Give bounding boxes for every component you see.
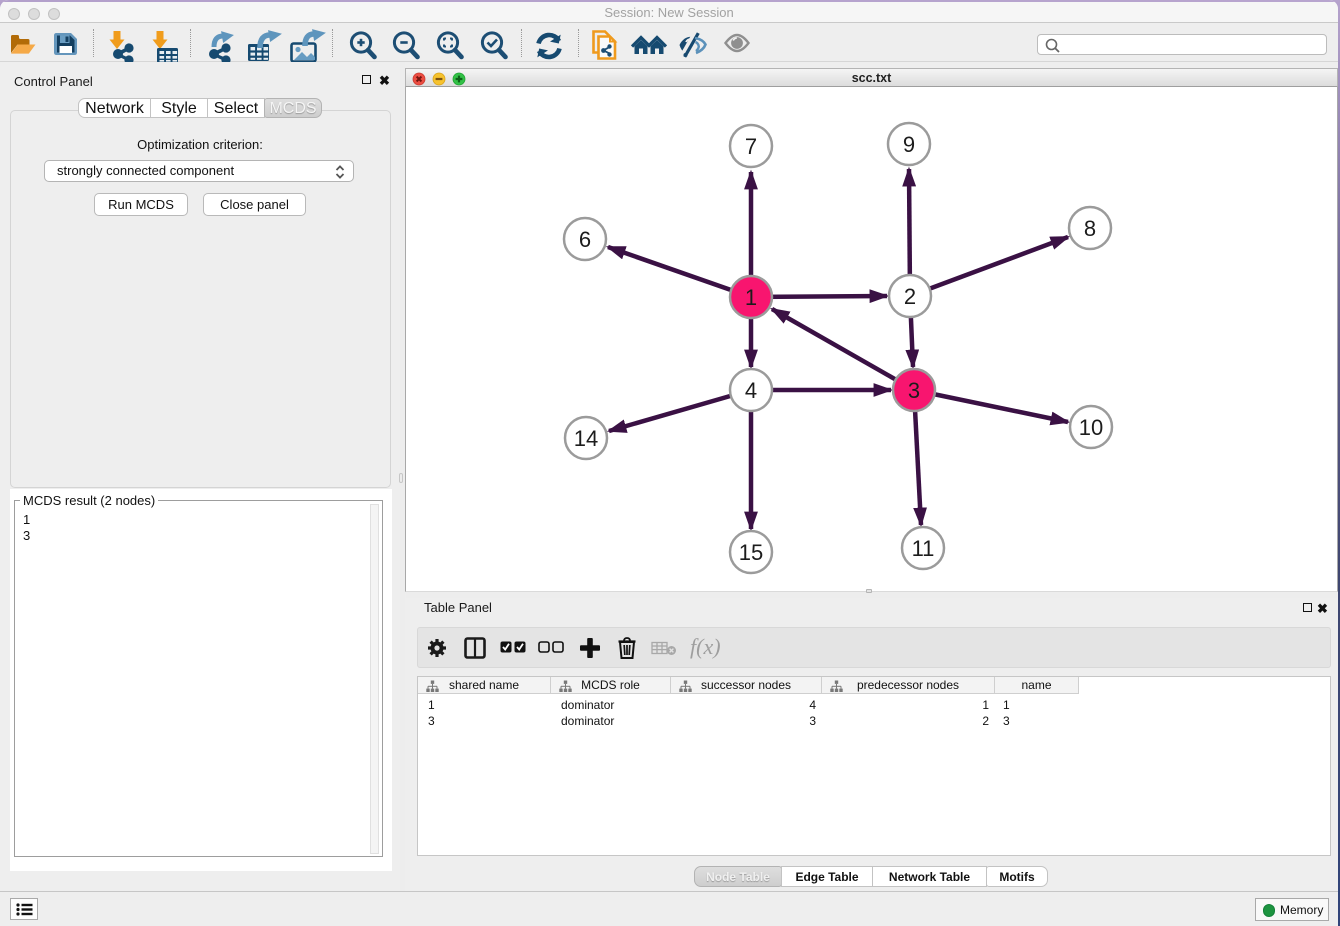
svg-text:11: 11 bbox=[912, 536, 935, 561]
svg-text:15: 15 bbox=[739, 540, 763, 565]
svg-text:2: 2 bbox=[904, 284, 916, 309]
svg-text:8: 8 bbox=[1084, 216, 1096, 241]
svg-text:10: 10 bbox=[1079, 415, 1103, 440]
svg-text:4: 4 bbox=[745, 378, 757, 403]
svg-text:3: 3 bbox=[908, 378, 920, 403]
svg-text:9: 9 bbox=[903, 132, 915, 157]
svg-text:14: 14 bbox=[574, 426, 598, 451]
svg-text:7: 7 bbox=[745, 134, 757, 159]
svg-text:6: 6 bbox=[579, 227, 591, 252]
svg-text:1: 1 bbox=[745, 285, 757, 310]
